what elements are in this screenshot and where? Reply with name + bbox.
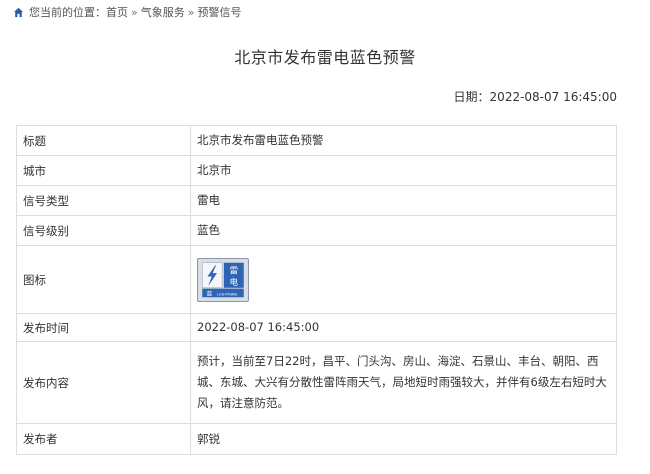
row-value: 郭锐 xyxy=(190,423,617,455)
table-row-signal-type: 信号类型 雷电 xyxy=(16,185,617,216)
breadcrumb-separator: » xyxy=(131,5,138,19)
breadcrumb: 您当前的位置： 首页 » 气象服务 » 预警信号 xyxy=(13,4,241,20)
breadcrumb-link-warning-signals[interactable]: 预警信号 xyxy=(197,4,241,20)
row-value: 蓝色 xyxy=(190,215,617,246)
table-row-signal-level: 信号级别 蓝色 xyxy=(16,215,617,246)
row-label: 发布内容 xyxy=(16,341,191,424)
row-value-icon: 雷 电 蓝 LIGHTNING xyxy=(190,245,617,314)
badge-en-label: LIGHTNING xyxy=(217,292,237,296)
table-row-icon: 图标 雷 电 蓝 LIGHTNING xyxy=(16,245,617,314)
table-row-city: 城市 北京市 xyxy=(16,155,617,186)
table-row-publisher: 发布者 郭锐 xyxy=(16,423,617,455)
lightning-blue-warning-icon: 雷 电 蓝 LIGHTNING xyxy=(197,257,249,302)
row-value: 雷电 xyxy=(190,185,617,216)
breadcrumb-link-home[interactable]: 首页 xyxy=(106,4,128,20)
row-label: 发布者 xyxy=(16,423,191,455)
publish-date: 日期：2022-08-07 16:45:00 xyxy=(454,88,617,105)
table-row-title: 标题 北京市发布雷电蓝色预警 xyxy=(16,125,617,156)
table-row-content: 发布内容 预计，当前至7日22时，昌平、门头沟、房山、海淀、石景山、丰台、朝阳、… xyxy=(16,341,617,424)
page-title: 北京市发布雷电蓝色预警 xyxy=(234,48,416,67)
row-label: 图标 xyxy=(16,245,191,314)
badge-char-2: 电 xyxy=(229,275,238,287)
breadcrumb-prefix: 您当前的位置： xyxy=(29,6,106,19)
table-row-publish-time: 发布时间 2022-08-07 16:45:00 xyxy=(16,313,617,342)
row-value: 2022-08-07 16:45:00 xyxy=(190,313,617,342)
badge-char-1: 雷 xyxy=(229,265,238,276)
date-label: 日期： xyxy=(453,90,490,104)
breadcrumb-link-weather-service[interactable]: 气象服务 xyxy=(141,4,185,20)
row-label: 信号级别 xyxy=(16,215,191,246)
row-label: 城市 xyxy=(16,155,191,186)
breadcrumb-separator: » xyxy=(187,5,195,19)
badge-level-char: 蓝 xyxy=(207,289,213,297)
row-label: 信号类型 xyxy=(16,185,191,216)
date-value: 2022-08-07 16:45:00 xyxy=(489,90,617,104)
home-icon xyxy=(13,7,24,17)
row-label: 标题 xyxy=(16,125,191,156)
row-label: 发布时间 xyxy=(16,313,191,342)
row-value: 北京市发布雷电蓝色预警 xyxy=(190,125,617,156)
warning-info-table: 标题 北京市发布雷电蓝色预警 城市 北京市 信号类型 雷电 信号级别 蓝色 图标… xyxy=(16,125,617,455)
row-value-content: 预计，当前至7日22时，昌平、门头沟、房山、海淀、石景山、丰台、朝阳、西城、东城… xyxy=(190,341,617,424)
row-value: 北京市 xyxy=(190,155,617,186)
